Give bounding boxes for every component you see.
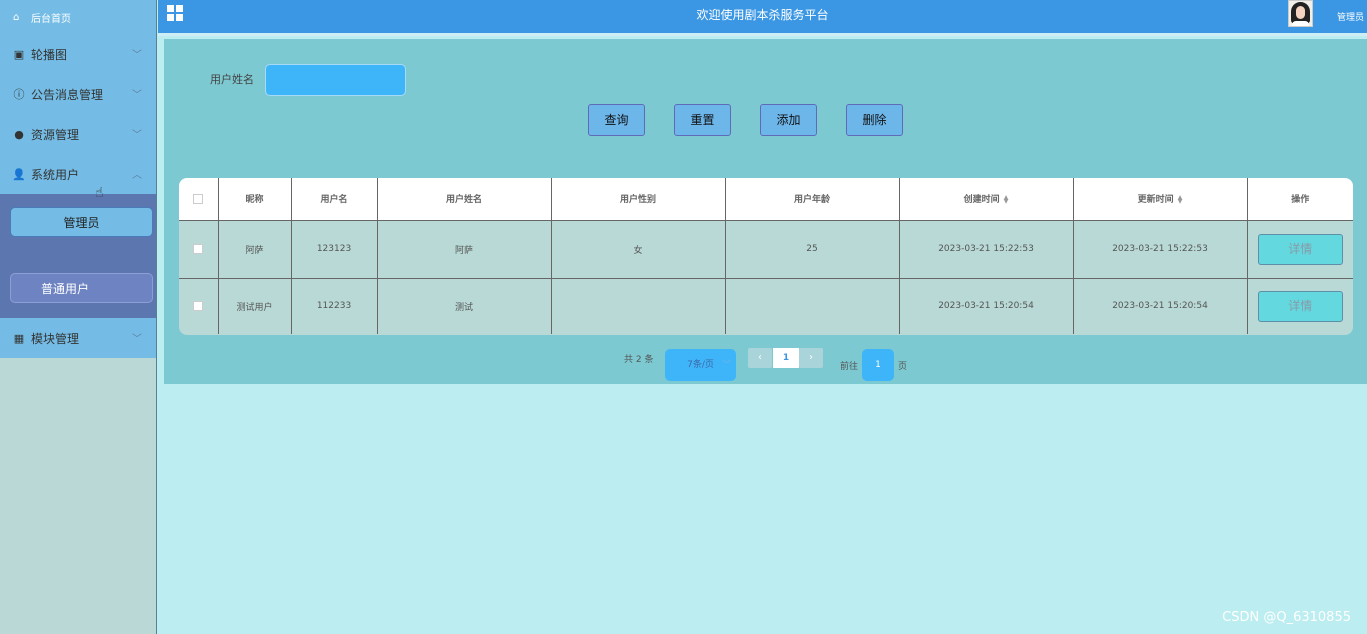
user-icon: 👤 — [12, 167, 26, 181]
column-header: 用户姓名 — [377, 178, 552, 221]
cell-updated: 2023-03-21 15:22:53 — [1073, 220, 1248, 279]
search-input[interactable] — [265, 64, 406, 96]
sidebar-item-label: 资源管理 — [31, 127, 80, 142]
column-header-created[interactable]: 创建时间 ▲ ▼ — [899, 178, 1074, 221]
column-header: 用户名 — [291, 178, 378, 221]
row-select-cell — [179, 220, 219, 279]
sort-icon[interactable]: ▲ ▼ — [1004, 194, 1009, 204]
column-header-label: 创建时间 — [963, 195, 1000, 206]
delete-button[interactable]: 删除 — [846, 104, 903, 136]
sidebar-home-label: 后台首页 — [31, 13, 71, 25]
submenu-item-normal-user[interactable]: 普通用户 — [10, 273, 153, 303]
cell-gender — [551, 278, 726, 334]
column-header-label: 更新时间 — [1137, 195, 1174, 206]
row-checkbox[interactable] — [193, 301, 204, 311]
avatar[interactable] — [1288, 0, 1313, 27]
chevron-left-icon: ‹ — [758, 352, 762, 363]
search-label: 用户姓名 — [210, 73, 254, 86]
chevron-down-icon: ﹀ — [723, 360, 731, 369]
query-button[interactable]: 查询 — [588, 104, 645, 136]
next-page-button[interactable]: › — [799, 348, 823, 368]
chevron-down-icon: ﹀ — [132, 90, 142, 101]
current-page[interactable]: 1 — [773, 348, 799, 368]
hand-cursor-icon: ☝ — [95, 185, 104, 201]
sidebar-menu: ▣ 轮播图 ﹀ ⓘ 公告消息管理 ﹀ ● 资源管理 ﹀ 👤 系统用户 ︿ — [0, 34, 156, 194]
cell-updated: 2023-03-21 15:20:54 — [1073, 278, 1248, 334]
cell-age — [725, 278, 900, 334]
column-header: 用户年龄 — [725, 178, 900, 221]
submenu-item-admin[interactable]: 管理员 — [10, 207, 153, 237]
column-header: 昵称 — [218, 178, 292, 221]
user-table: 昵称 用户名 用户姓名 用户性别 用户年龄 创建时间 ▲ ▼ 更新时间 ▲ ▼ 操作 阿… — [179, 178, 1353, 335]
column-header: 用户性别 — [551, 178, 726, 221]
page-title: 欢迎使用剧本杀服务平台 — [696, 8, 829, 22]
chevron-down-icon: ﹀ — [132, 130, 142, 141]
select-all-checkbox[interactable] — [193, 193, 204, 204]
detail-button[interactable]: 详情 — [1257, 290, 1343, 322]
page-size-value: 7条/页 — [687, 360, 714, 370]
page-suffix: 页 — [898, 362, 908, 372]
cell-age: 25 — [725, 220, 900, 279]
table-row: 测试用户 112233 测试 2023-03-21 15:20:54 2023-… — [179, 278, 1353, 334]
column-header-updated[interactable]: 更新时间 ▲ ▼ — [1073, 178, 1248, 221]
sidebar-item-system-users[interactable]: 👤 系统用户 ︿ — [0, 154, 156, 194]
sidebar-item-label: 轮播图 — [31, 47, 68, 62]
sidebar-submenu: 管理员 普通用户 — [0, 194, 156, 318]
sidebar-item-notice[interactable]: ⓘ 公告消息管理 ﹀ — [0, 74, 156, 114]
sidebar-menu-bottom: ▦ 模块管理 ﹀ — [0, 318, 156, 358]
cell-name: 测试 — [377, 278, 552, 334]
page-size-select[interactable]: 7条/页 ﹀ — [665, 349, 736, 381]
detail-button[interactable]: 详情 — [1257, 233, 1343, 265]
cell-name: 阿萨 — [377, 220, 552, 279]
sidebar-item-modules[interactable]: ▦ 模块管理 ﹀ — [0, 318, 156, 358]
cell-username: 112233 — [291, 278, 378, 334]
sidebar-item-label: 系统用户 — [31, 167, 80, 182]
main-content: 用户姓名 查询 重置 添加 删除 昵称 用户名 用户姓名 用户性别 用户年龄 创… — [164, 39, 1367, 384]
watermark: CSDN @Q_6310855 — [1222, 610, 1351, 625]
reset-button[interactable]: 重置 — [674, 104, 731, 136]
image-icon: ▣ — [13, 47, 25, 61]
table-row: 阿萨 123123 阿萨 女 25 2023-03-21 15:22:53 20… — [179, 220, 1353, 279]
cell-nickname: 阿萨 — [218, 220, 292, 279]
sidebar-item-label: 公告消息管理 — [31, 87, 104, 102]
cell-created: 2023-03-21 15:22:53 — [899, 220, 1074, 279]
user-role-label[interactable]: 管理员 — [1337, 10, 1364, 23]
cell-action: 详情 — [1247, 278, 1353, 334]
sidebar-item-carousel[interactable]: ▣ 轮播图 ﹀ — [0, 34, 156, 74]
grid-icon: ▦ — [13, 331, 25, 345]
header-divider — [158, 33, 1367, 36]
cell-gender: 女 — [551, 220, 726, 279]
row-select-cell — [179, 278, 219, 334]
header: 欢迎使用剧本杀服务平台 管理员 — [158, 0, 1367, 33]
chevron-down-icon: ﹀ — [132, 334, 142, 345]
chevron-right-icon: › — [809, 352, 813, 363]
prev-page-button[interactable]: ‹ — [748, 348, 772, 368]
home-icon: ⌂ — [13, 11, 20, 23]
chevron-up-icon: ︿ — [132, 170, 142, 181]
select-all-cell — [179, 178, 219, 221]
goto-label: 前往 — [840, 362, 859, 372]
info-icon: ⓘ — [13, 88, 25, 101]
add-button[interactable]: 添加 — [760, 104, 817, 136]
location-icon: ● — [14, 127, 24, 141]
pagination-total: 共 2 条 — [624, 355, 654, 365]
table-header-row: 昵称 用户名 用户姓名 用户性别 用户年龄 创建时间 ▲ ▼ 更新时间 ▲ ▼ 操作 — [179, 178, 1353, 221]
column-header: 操作 — [1247, 178, 1353, 221]
sidebar: ⌂ 后台首页 ▣ 轮播图 ﹀ ⓘ 公告消息管理 ﹀ ● 资源管理 ﹀ 👤 系统用… — [0, 0, 157, 634]
sidebar-item-label: 模块管理 — [31, 331, 80, 346]
sidebar-item-resources[interactable]: ● 资源管理 ﹀ — [0, 114, 156, 154]
cell-nickname: 测试用户 — [218, 278, 292, 334]
row-checkbox[interactable] — [193, 243, 204, 254]
chevron-down-icon: ﹀ — [132, 50, 142, 61]
sidebar-home[interactable]: ⌂ 后台首页 — [0, 0, 156, 34]
cell-created: 2023-03-21 15:20:54 — [899, 278, 1074, 334]
goto-page-input[interactable]: 1 — [862, 349, 894, 381]
cell-username: 123123 — [291, 220, 378, 279]
cell-action: 详情 — [1247, 220, 1353, 279]
sort-icon[interactable]: ▲ ▼ — [1178, 194, 1183, 204]
